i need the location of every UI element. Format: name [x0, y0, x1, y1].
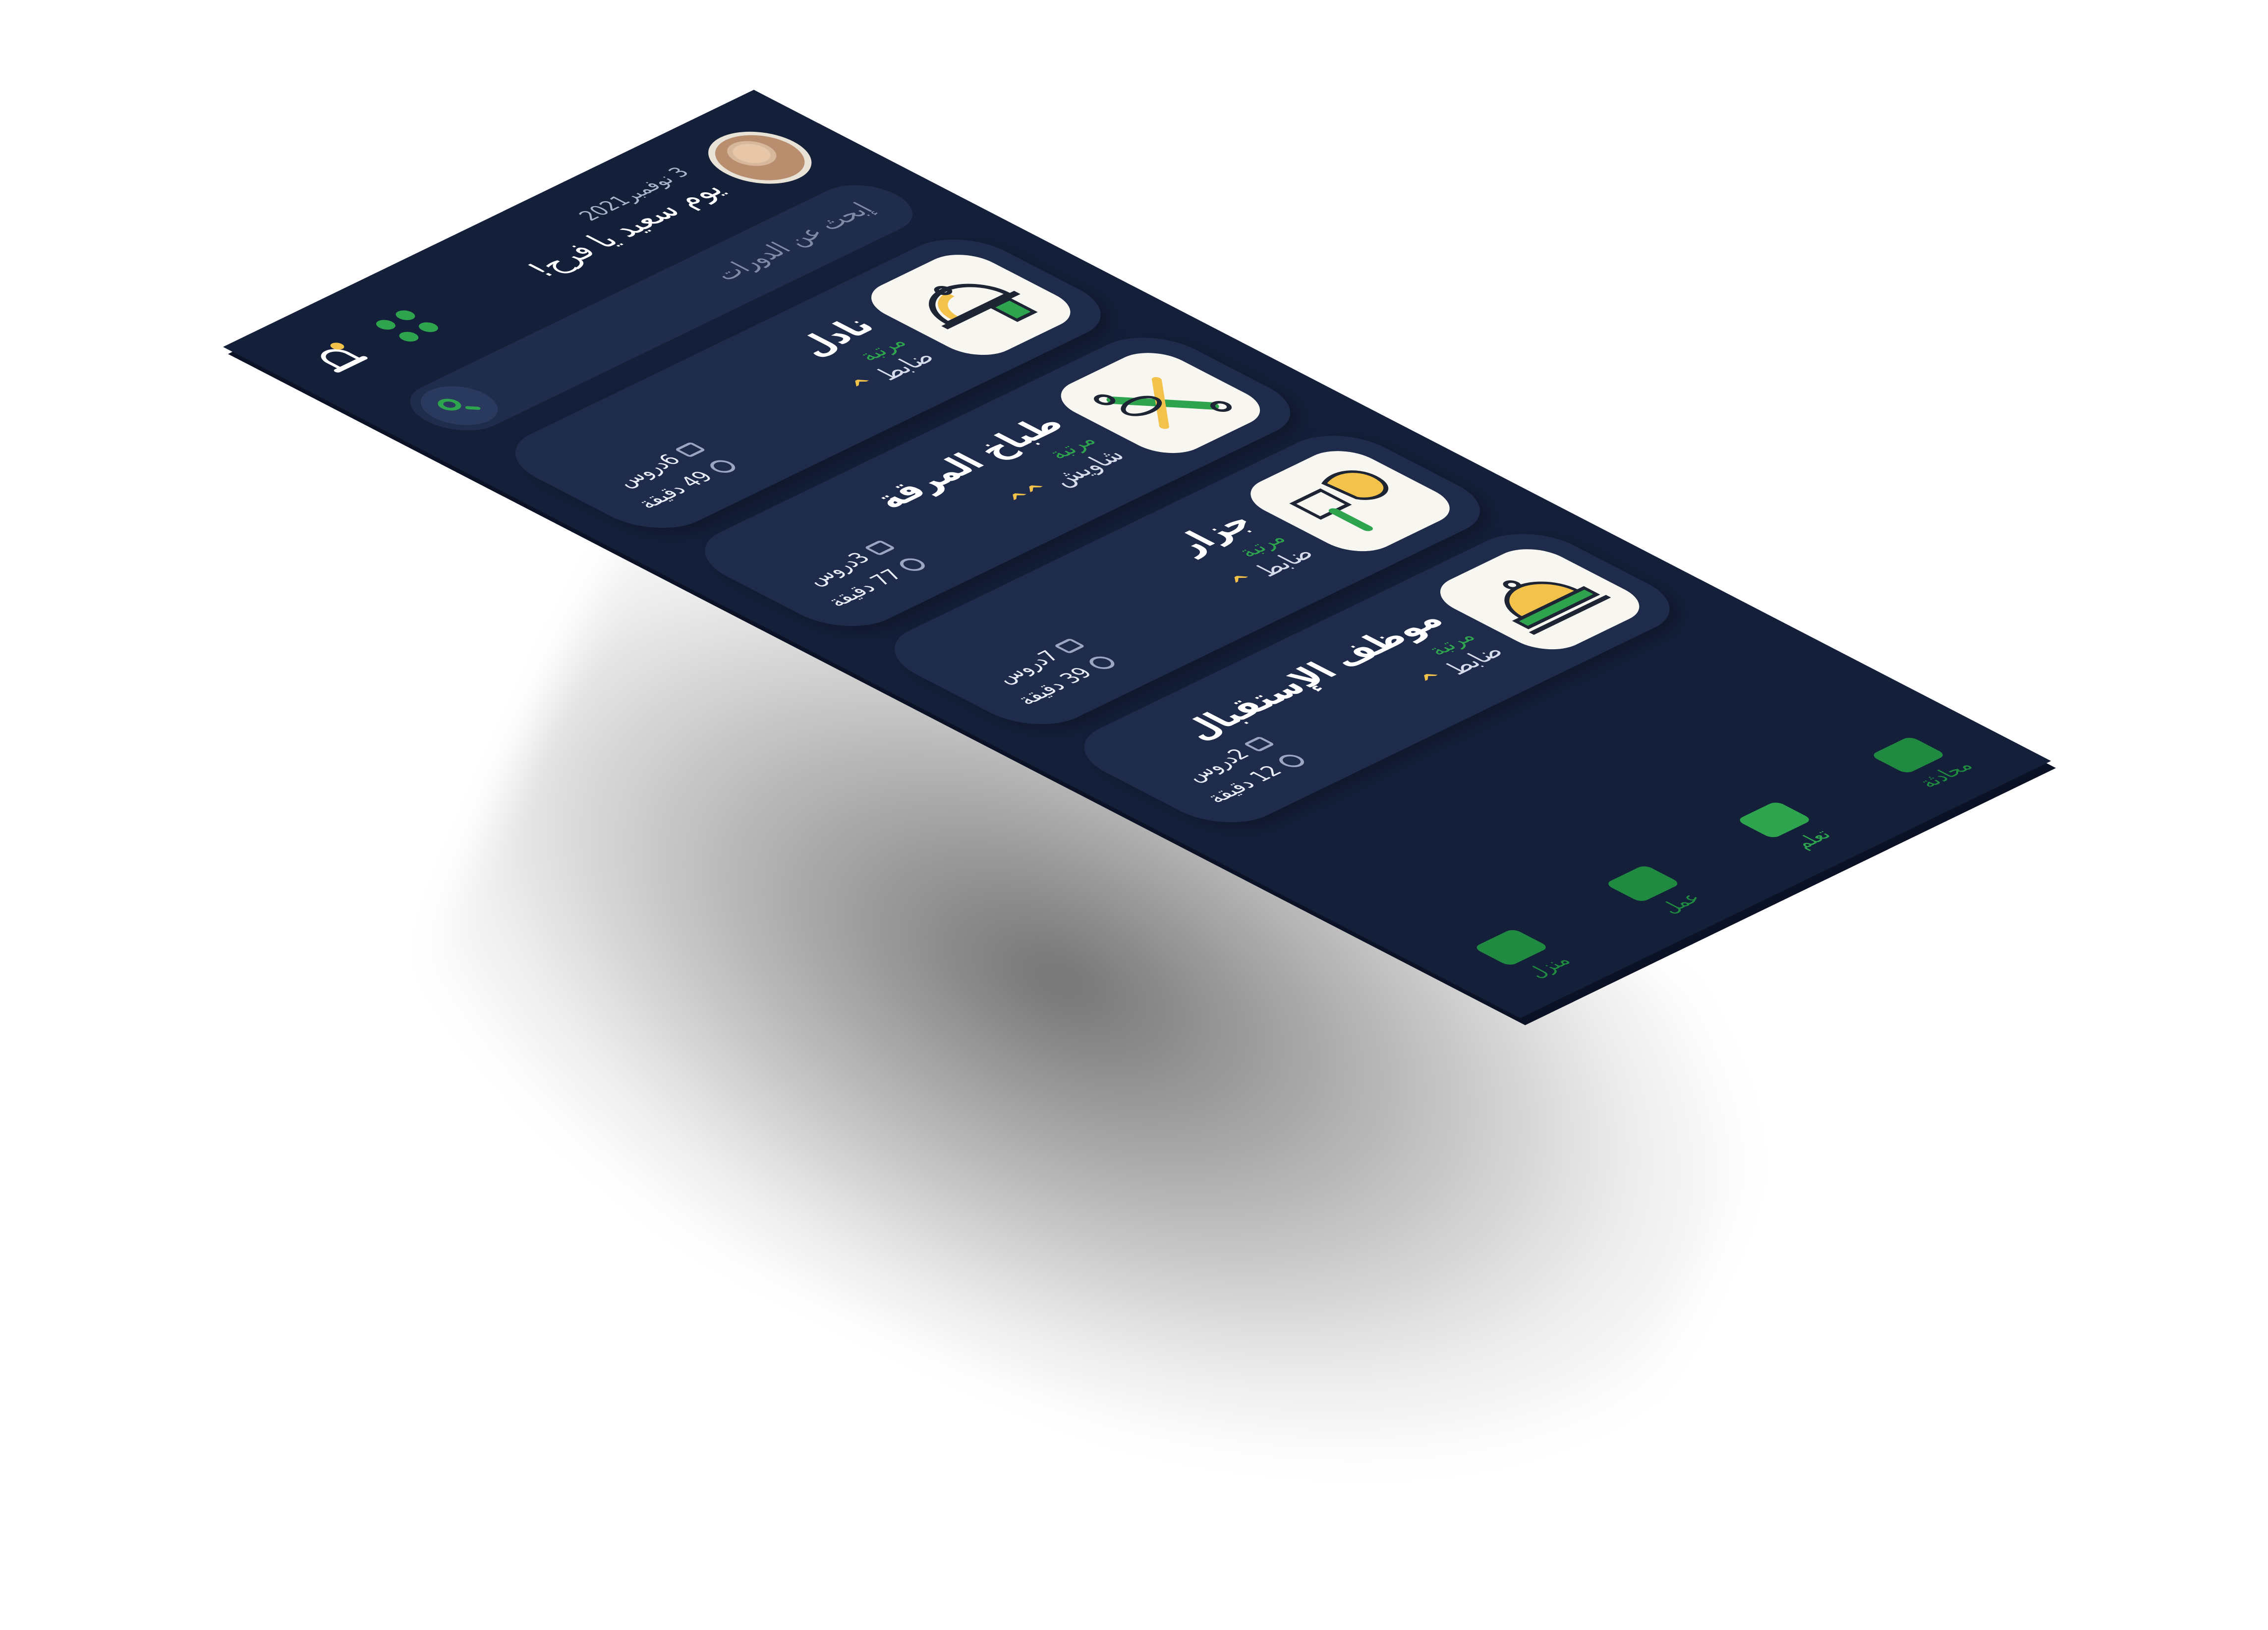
rank-chevron-icon: ^^ [1001, 480, 1061, 510]
nav-item-home[interactable]: منزل [1472, 928, 1579, 982]
nav-item-work[interactable]: عمل [1604, 864, 1711, 918]
nav-label: تعلم [1787, 827, 1837, 852]
course-meta: 7دروس 39 دقيقة [972, 634, 1126, 710]
rank-chevron-icon: ^ [1223, 570, 1267, 592]
course-meta: 3دروس 77 دقيقة [783, 536, 937, 612]
video-lessons-icon [1053, 638, 1085, 654]
menu-dots-icon[interactable] [368, 306, 446, 345]
search-icon[interactable] [405, 378, 514, 433]
nav-label: منزل [1520, 953, 1576, 981]
notification-bell-icon[interactable] [301, 339, 379, 378]
video-lessons-icon [674, 442, 706, 458]
notification-dot [327, 341, 347, 351]
nav-label: عمل [1653, 890, 1706, 916]
video-lessons-icon [1243, 736, 1275, 752]
clock-icon [705, 457, 740, 476]
clock-icon [1084, 654, 1120, 672]
rank-chevron-icon: ^ [1413, 668, 1456, 690]
course-meta: 6دروس 49 دقيقة [593, 438, 747, 514]
header-actions [301, 306, 446, 378]
clock-icon [895, 556, 930, 574]
rank-chevron-icon: ^ [844, 374, 887, 396]
course-meta: 2دروس 12 دقيقة [1162, 732, 1316, 808]
clock-icon [1274, 752, 1309, 770]
bottom-nav: محادثة تعلم عمل منزل [1400, 698, 2051, 1018]
nav-item-chat[interactable]: محادثة [1868, 735, 1978, 790]
video-lessons-icon [863, 540, 896, 556]
nav-item-learn[interactable]: تعلم [1736, 800, 1842, 854]
